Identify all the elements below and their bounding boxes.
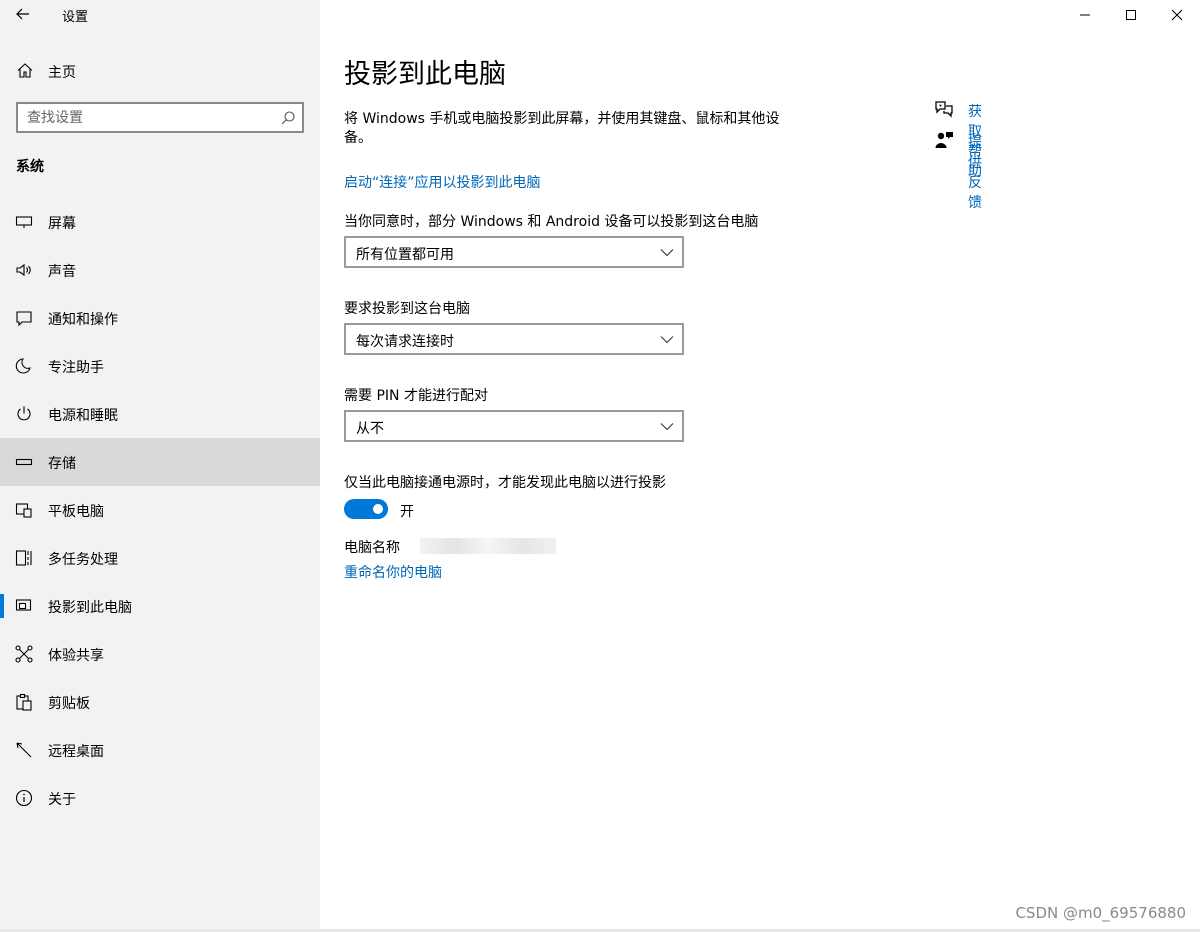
home-icon xyxy=(16,62,34,80)
share-icon xyxy=(15,645,33,663)
project-icon xyxy=(15,597,33,615)
sidebar-item-label: 多任务处理 xyxy=(48,552,118,568)
home-label: 主页 xyxy=(48,65,76,81)
display-icon xyxy=(15,213,33,231)
sidebar-item-storage[interactable]: 存储 xyxy=(0,438,320,486)
toggle-knob xyxy=(373,504,383,514)
pc-name-label: 电脑名称 xyxy=(344,540,400,556)
ask-to-project-dropdown[interactable]: 每次请求连接时 xyxy=(344,323,684,355)
dropdown-value: 所有位置都可用 xyxy=(356,247,454,263)
title-bar: 设置 xyxy=(0,0,320,30)
close-icon xyxy=(1171,9,1183,21)
sidebar-item-label: 剪贴板 xyxy=(48,696,90,712)
sidebar-item-label: 远程桌面 xyxy=(48,744,104,760)
power-only-label: 仅当此电脑接通电源时，才能发现此电脑以进行投影 xyxy=(344,475,666,491)
sidebar-item-power[interactable]: 电源和睡眠 xyxy=(0,390,320,438)
availability-dropdown[interactable]: 所有位置都可用 xyxy=(344,236,684,268)
give-feedback-label: 提供反馈 xyxy=(968,135,982,211)
maximize-button[interactable] xyxy=(1108,0,1154,30)
pc-name-value-redacted xyxy=(420,538,556,554)
clipboard-icon xyxy=(15,693,33,711)
notification-icon xyxy=(15,309,33,327)
info-icon xyxy=(15,789,33,807)
watermark: CSDN @m0_69576880 xyxy=(1015,904,1186,922)
chevron-down-icon xyxy=(660,246,674,258)
availability-label: 当你同意时，部分 Windows 和 Android 设备可以投影到这台电脑 xyxy=(344,214,759,230)
search-input[interactable] xyxy=(27,108,267,128)
sidebar-item-clipboard[interactable]: 剪贴板 xyxy=(0,678,320,726)
sidebar: 设置 主页 系统 屏幕 声音 通知和操作 专注助手 电源和睡眠 存储 xyxy=(0,0,320,932)
sidebar-item-multitasking[interactable]: 多任务处理 xyxy=(0,534,320,582)
sidebar-item-display[interactable]: 屏幕 xyxy=(0,198,320,246)
page-description: 将 Windows 手机或电脑投影到此屏幕，并使用其键盘、鼠标和其他设备。 xyxy=(344,111,780,146)
multitask-icon xyxy=(15,549,33,567)
moon-icon xyxy=(15,357,33,375)
sidebar-item-remote-desktop[interactable]: 远程桌面 xyxy=(0,726,320,774)
section-title: 系统 xyxy=(16,159,44,175)
selection-indicator xyxy=(0,594,4,618)
sidebar-item-label: 平板电脑 xyxy=(48,504,104,520)
sidebar-item-focus-assist[interactable]: 专注助手 xyxy=(0,342,320,390)
sidebar-item-label: 通知和操作 xyxy=(48,312,118,328)
sidebar-item-label: 电源和睡眠 xyxy=(48,408,118,424)
back-arrow-icon xyxy=(16,8,29,20)
minimize-icon xyxy=(1080,14,1090,16)
sidebar-item-label: 体验共享 xyxy=(48,648,104,664)
require-pin-dropdown[interactable]: 从不 xyxy=(344,410,684,442)
sidebar-item-label: 存储 xyxy=(48,456,76,472)
search-box[interactable] xyxy=(16,102,304,133)
search-icon[interactable] xyxy=(280,110,296,126)
sidebar-item-label: 关于 xyxy=(48,792,76,808)
toggle-state-text: 开 xyxy=(400,504,414,520)
maximize-icon xyxy=(1126,10,1136,20)
sidebar-item-label: 声音 xyxy=(48,264,76,280)
home-link[interactable]: 主页 xyxy=(0,56,320,86)
sidebar-item-label: 投影到此电脑 xyxy=(48,600,132,616)
storage-icon xyxy=(15,453,33,471)
sidebar-item-about[interactable]: 关于 xyxy=(0,774,320,822)
require-pin-label: 需要 PIN 才能进行配对 xyxy=(344,388,488,404)
launch-connect-app-link[interactable]: 启动“连接”应用以投影到此电脑 xyxy=(344,172,541,192)
chevron-down-icon xyxy=(660,420,674,432)
power-only-toggle[interactable] xyxy=(344,499,388,519)
sidebar-item-notifications[interactable]: 通知和操作 xyxy=(0,294,320,342)
minimize-button[interactable] xyxy=(1062,0,1108,30)
sidebar-item-label: 屏幕 xyxy=(48,216,76,232)
feedback-icon xyxy=(934,130,954,150)
sidebar-item-sound[interactable]: 声音 xyxy=(0,246,320,294)
chevron-down-icon xyxy=(660,333,674,345)
sidebar-item-label: 专注助手 xyxy=(48,360,104,376)
ask-to-project-label: 要求投影到这台电脑 xyxy=(344,301,470,317)
page-title: 投影到此电脑 xyxy=(344,59,506,90)
app-title: 设置 xyxy=(62,10,89,25)
help-chat-icon xyxy=(934,99,954,119)
dropdown-value: 从不 xyxy=(356,421,384,437)
tablet-icon xyxy=(15,501,33,519)
speaker-icon xyxy=(15,261,33,279)
rename-pc-link[interactable]: 重命名你的电脑 xyxy=(344,562,442,582)
sidebar-item-tablet[interactable]: 平板电脑 xyxy=(0,486,320,534)
back-button[interactable] xyxy=(10,3,36,25)
remote-icon xyxy=(15,741,33,759)
sidebar-item-project-to-pc[interactable]: 投影到此电脑 xyxy=(0,582,320,630)
power-icon xyxy=(15,405,33,423)
sidebar-item-shared-experiences[interactable]: 体验共享 xyxy=(0,630,320,678)
close-button[interactable] xyxy=(1154,0,1200,30)
dropdown-value: 每次请求连接时 xyxy=(356,334,454,350)
